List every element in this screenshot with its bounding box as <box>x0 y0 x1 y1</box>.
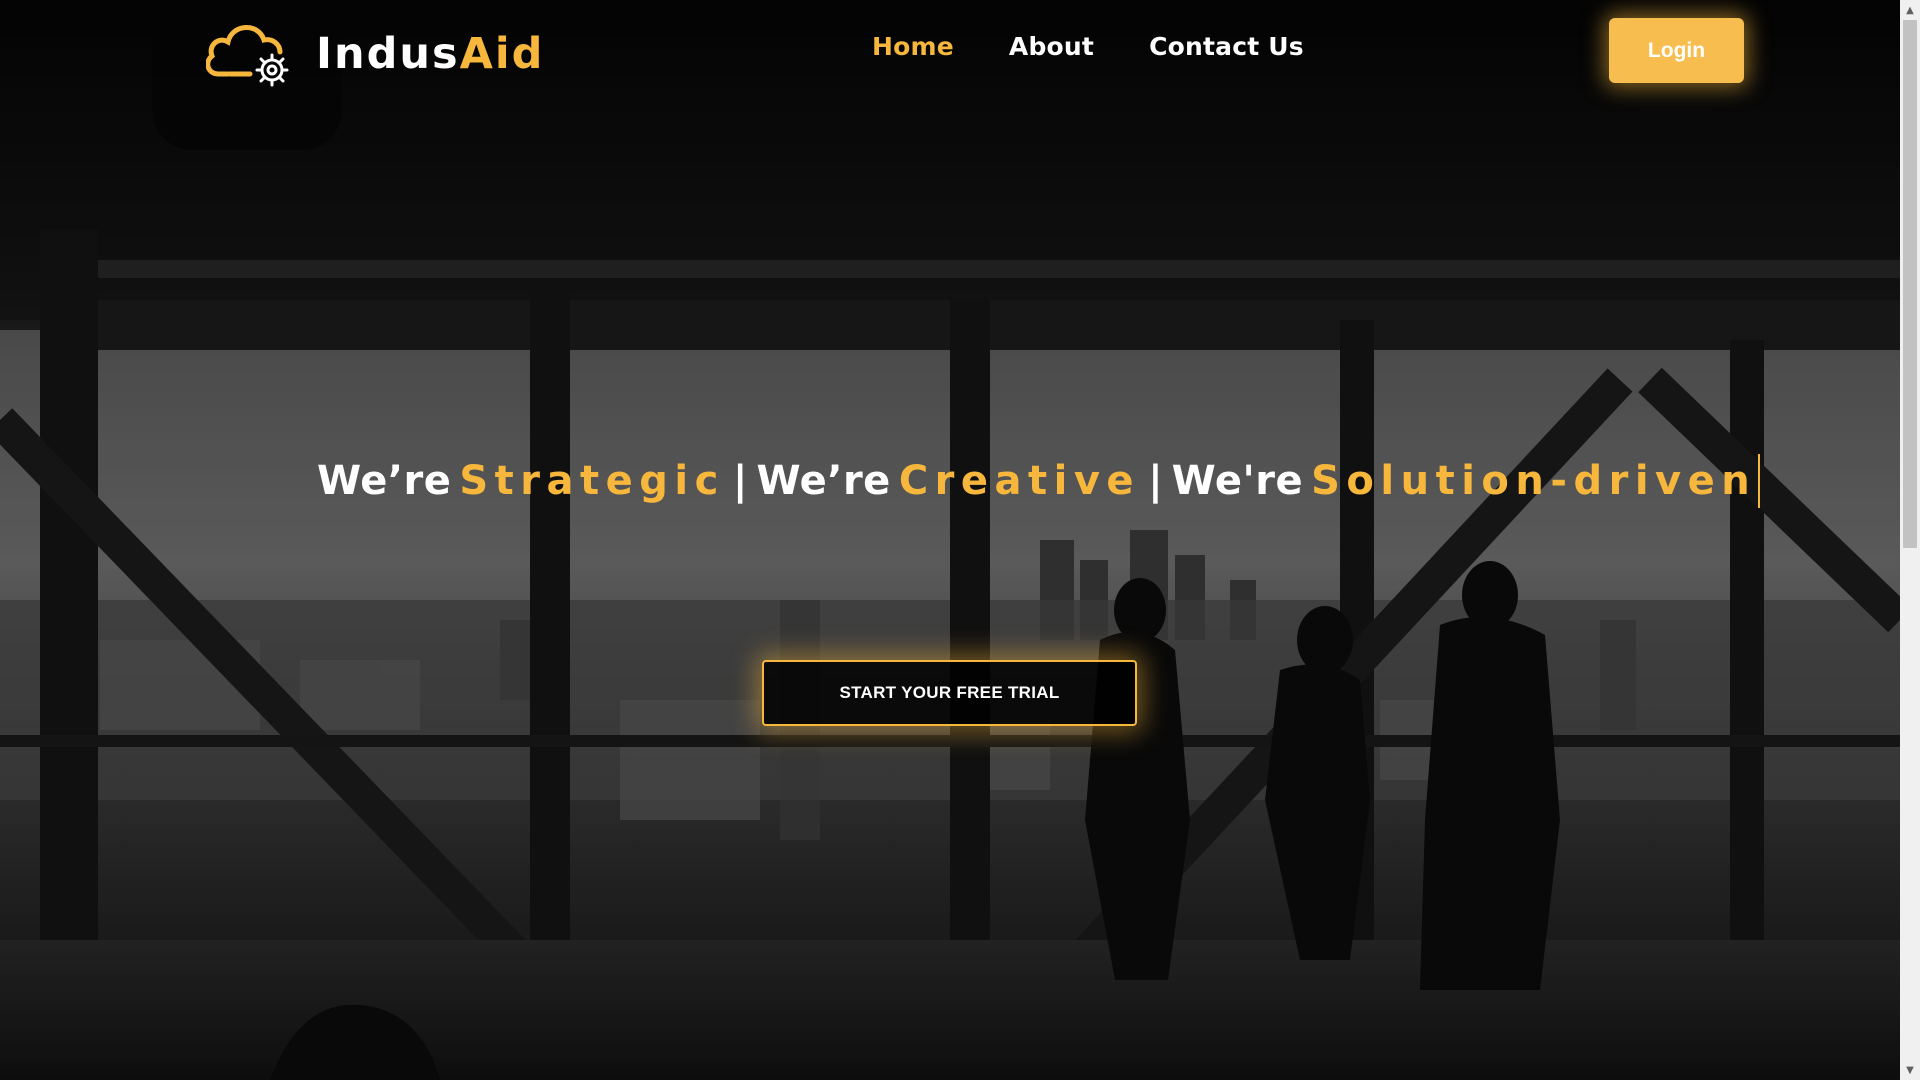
page-scrollbar[interactable]: ▲ ▼ <box>1900 0 1920 1080</box>
nav-contact-link[interactable]: Contact Us <box>1149 32 1304 61</box>
hero-headline: We’re Strategic | We’re Creative | We're… <box>317 454 1761 508</box>
headline-lead-2: We’re <box>756 458 891 504</box>
brand-name-part2: Aid <box>459 29 545 79</box>
login-button[interactable]: Login <box>1609 18 1744 83</box>
headline-accent-3: Solution-driven <box>1311 458 1757 504</box>
brand-name-part1: Indus <box>316 29 460 79</box>
headline-accent-1: Strategic <box>459 458 725 504</box>
brand-logo[interactable]: IndusAid <box>206 18 544 90</box>
office-skyline-photo <box>0 0 1900 1080</box>
nav-home-link[interactable]: Home <box>872 32 954 61</box>
start-free-trial-button[interactable]: START YOUR FREE TRIAL <box>762 660 1137 726</box>
typing-caret <box>1758 454 1761 508</box>
scroll-up-arrow-icon[interactable]: ▲ <box>1900 0 1920 20</box>
brand-name: IndusAid <box>316 29 544 79</box>
nav-about-link[interactable]: About <box>1009 32 1094 61</box>
cloud-gear-icon <box>206 25 289 87</box>
headline-lead-1: We’re <box>317 458 452 504</box>
scrollbar-thumb[interactable] <box>1903 20 1917 548</box>
headline-separator-1: | <box>732 458 748 504</box>
headline-lead-3: We're <box>1171 458 1304 504</box>
main-nav: Home About Contact Us <box>872 32 1304 61</box>
headline-accent-2: Creative <box>898 458 1141 504</box>
headline-separator-2: | <box>1148 458 1163 504</box>
hero-background <box>0 0 1900 1080</box>
scroll-down-arrow-icon[interactable]: ▼ <box>1900 1060 1920 1080</box>
